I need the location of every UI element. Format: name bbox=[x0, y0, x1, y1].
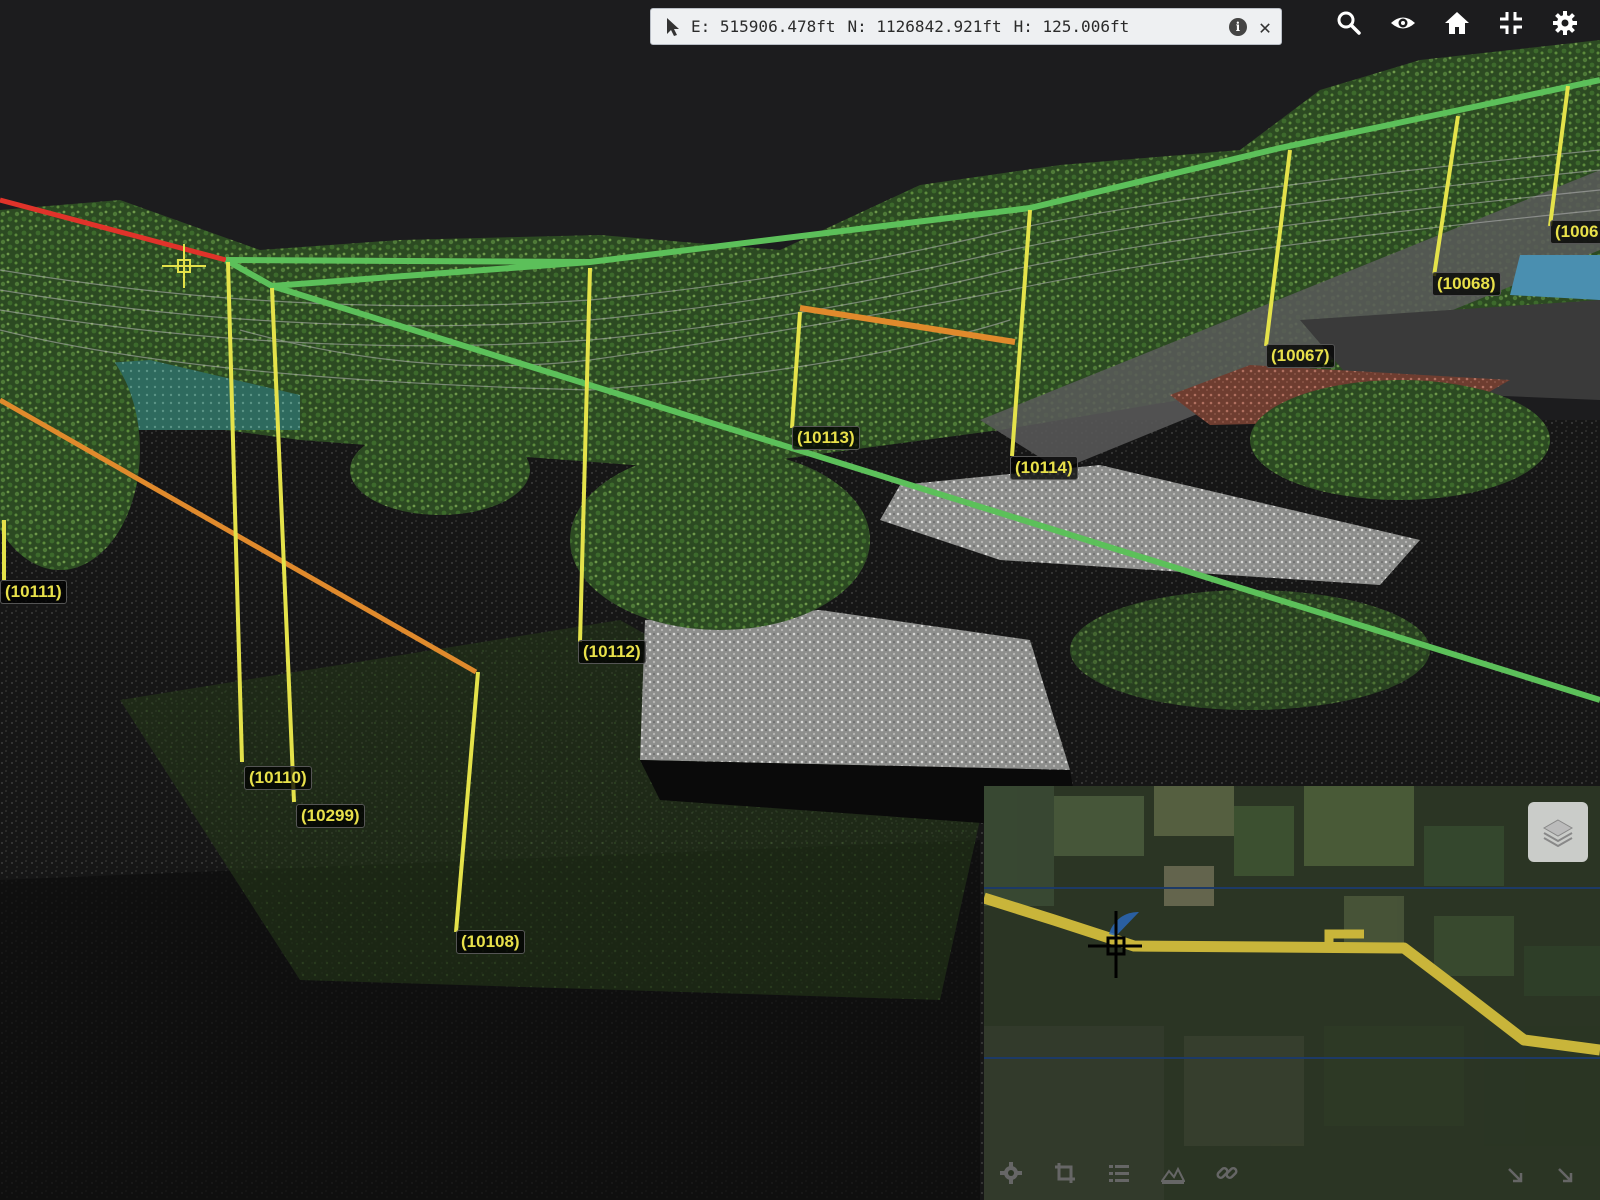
collapse-button[interactable] bbox=[1484, 6, 1538, 40]
minimap[interactable] bbox=[984, 786, 1600, 1200]
home-icon bbox=[1445, 12, 1469, 34]
tree-cluster bbox=[1070, 590, 1430, 710]
map-profile-button[interactable] bbox=[1146, 1148, 1200, 1198]
blue-roof-building bbox=[1510, 255, 1600, 300]
eye-icon bbox=[1391, 17, 1415, 29]
map-resize-button[interactable] bbox=[1550, 1160, 1580, 1190]
minimap-satellite bbox=[984, 786, 1600, 1200]
viewer-toolbar bbox=[1322, 6, 1592, 40]
close-icon[interactable]: ✕ bbox=[1259, 17, 1271, 37]
coordinate-readout: E: 515906.478ft N: 1126842.921ft H: 125.… bbox=[650, 8, 1282, 45]
search-button[interactable] bbox=[1322, 6, 1376, 40]
layers-button[interactable] bbox=[1528, 802, 1588, 862]
layers-icon bbox=[1542, 819, 1574, 847]
cursor-arrow-icon bbox=[667, 17, 679, 36]
visibility-button[interactable] bbox=[1376, 6, 1430, 40]
tree-cluster bbox=[570, 450, 870, 630]
pole-label-10108[interactable]: (10108) bbox=[456, 930, 525, 954]
height-value: H: 125.006ft bbox=[1013, 17, 1130, 36]
map-list-button[interactable] bbox=[1092, 1148, 1146, 1198]
profile-icon bbox=[1161, 1166, 1185, 1184]
pole-label-10068[interactable]: (10068) bbox=[1432, 272, 1501, 296]
pole-label-10110[interactable]: (10110) bbox=[244, 766, 312, 790]
map-crop-button[interactable] bbox=[1038, 1148, 1092, 1198]
link-icon bbox=[1216, 1166, 1238, 1180]
collapse-icon bbox=[1500, 12, 1522, 34]
tree-cluster bbox=[1250, 380, 1550, 500]
pole-label-1006x[interactable]: (1006 bbox=[1550, 220, 1600, 244]
info-icon[interactable]: i bbox=[1228, 17, 1247, 36]
expand-icon bbox=[1508, 1168, 1523, 1183]
list-icon bbox=[1109, 1165, 1129, 1182]
map-settings-button[interactable] bbox=[984, 1148, 1038, 1198]
home-button[interactable] bbox=[1430, 6, 1484, 40]
map-link-button[interactable] bbox=[1200, 1148, 1254, 1198]
pole-label-10112[interactable]: (10112) bbox=[578, 640, 646, 664]
pole-label-10111[interactable]: (10111) bbox=[0, 580, 67, 604]
pole-label-10113[interactable]: (10113) bbox=[792, 426, 860, 450]
settings-button[interactable] bbox=[1538, 6, 1592, 40]
pole-label-10299[interactable]: (10299) bbox=[296, 804, 365, 828]
map-expand-button[interactable] bbox=[1500, 1160, 1530, 1190]
northing-value: N: 1126842.921ft bbox=[847, 17, 1002, 36]
gear-icon bbox=[1000, 1162, 1022, 1184]
crop-icon bbox=[1055, 1163, 1075, 1183]
gear-icon bbox=[1553, 11, 1577, 35]
search-icon bbox=[1337, 11, 1361, 35]
easting-value: E: 515906.478ft bbox=[691, 17, 836, 36]
pole-label-10067[interactable]: (10067) bbox=[1266, 344, 1335, 368]
resize-icon bbox=[1558, 1168, 1573, 1183]
pole-label-10114[interactable]: (10114) bbox=[1010, 456, 1078, 480]
tree-cluster bbox=[350, 425, 530, 515]
